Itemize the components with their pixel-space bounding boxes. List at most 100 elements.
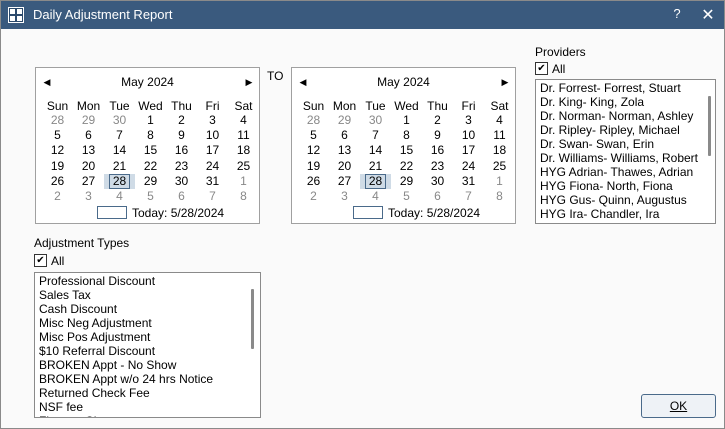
calendar-day[interactable]: 23 — [166, 159, 197, 174]
next-month-icon[interactable]: ▶ — [243, 76, 255, 88]
calendar-day[interactable]: 17 — [453, 143, 484, 158]
calendar-day[interactable]: 7 — [197, 189, 228, 204]
calendar-day[interactable]: 6 — [73, 128, 104, 143]
list-item[interactable]: Dr. Williams- Williams, Robert — [540, 151, 711, 165]
list-item[interactable]: $10 Referral Discount — [39, 344, 256, 358]
calendar-day[interactable]: 11 — [484, 128, 515, 143]
list-item[interactable]: Dr. Ripley- Ripley, Michael — [540, 123, 711, 137]
list-item[interactable]: Dr. King- King, Zola — [540, 95, 711, 109]
list-item[interactable]: Dr. Swan- Swan, Erin — [540, 137, 711, 151]
list-item[interactable]: Dr. Forrest- Forrest, Stuart — [540, 81, 711, 95]
from-date-calendar[interactable]: ◀ May 2024 ▶ Sun Mon Tue Wed Thu Fri Sat 28 29 30… — [35, 67, 260, 224]
calendar-day[interactable]: 30 — [104, 113, 135, 128]
next-month-icon[interactable]: ▶ — [499, 76, 511, 88]
list-item[interactable]: HYG Gus- Quinn, Augustus — [540, 193, 711, 207]
calendar-day[interactable]: 12 — [298, 143, 329, 158]
calendar-day[interactable]: 1 — [391, 113, 422, 128]
calendar-day[interactable]: 29 — [135, 174, 166, 189]
calendar-day[interactable]: 16 — [422, 143, 453, 158]
list-item[interactable]: Professional Discount — [39, 274, 256, 288]
list-item[interactable]: Sales Tax — [39, 288, 256, 302]
calendar-day[interactable]: 4 — [104, 189, 135, 204]
calendar-day[interactable]: 5 — [298, 128, 329, 143]
calendar-day[interactable]: 30 — [422, 174, 453, 189]
calendar-day[interactable]: 31 — [197, 174, 228, 189]
list-item[interactable]: Dr. Norman- Norman, Ashley — [540, 109, 711, 123]
calendar-day[interactable]: 2 — [298, 189, 329, 204]
close-button[interactable]: ✕ — [699, 5, 717, 24]
calendar-day[interactable]: 5 — [135, 189, 166, 204]
calendar-day[interactable]: 23 — [422, 159, 453, 174]
calendar-day[interactable]: 5 — [391, 189, 422, 204]
providers-scrollbar[interactable] — [708, 96, 711, 156]
list-item[interactable]: HYG Fiona- North, Fiona — [540, 179, 711, 193]
calendar-day[interactable]: 4 — [484, 113, 515, 128]
calendar-day[interactable]: 13 — [329, 143, 360, 158]
calendar-day[interactable]: 15 — [135, 143, 166, 158]
list-item[interactable]: Cash Discount — [39, 302, 256, 316]
calendar-day[interactable]: 17 — [197, 143, 228, 158]
calendar-day[interactable]: 31 — [453, 174, 484, 189]
list-item[interactable]: Finance Charge — [39, 414, 256, 417]
ok-button[interactable]: OK — [641, 394, 716, 418]
calendar-day[interactable]: 9 — [422, 128, 453, 143]
list-item[interactable]: HYG Adrian- Thawes, Adrian — [540, 165, 711, 179]
calendar-day[interactable]: 24 — [197, 159, 228, 174]
providers-listbox[interactable]: Dr. Forrest- Forrest, Stuart Dr. King- Ki… — [535, 79, 716, 224]
calendar-day[interactable]: 25 — [228, 159, 259, 174]
calendar-day[interactable]: 8 — [135, 128, 166, 143]
list-item[interactable]: HYG Ira- Chandler, Ira — [540, 207, 711, 221]
list-item[interactable]: Misc Pos Adjustment — [39, 330, 256, 344]
today-link[interactable]: Today: 5/28/2024 — [292, 206, 515, 220]
list-item[interactable]: Misc Neg Adjustment — [39, 316, 256, 330]
calendar-day[interactable]: 6 — [422, 189, 453, 204]
calendar-day[interactable]: 26 — [42, 174, 73, 189]
calendar-day[interactable]: 19 — [42, 159, 73, 174]
calendar-day[interactable]: 22 — [391, 159, 422, 174]
calendar-day[interactable]: 9 — [166, 128, 197, 143]
calendar-day[interactable]: 30 — [360, 113, 391, 128]
calendar-day[interactable]: 29 — [391, 174, 422, 189]
calendar-day[interactable]: 13 — [73, 143, 104, 158]
checkbox-check-icon[interactable]: ✔ — [535, 62, 548, 75]
calendar-day[interactable]: 12 — [42, 143, 73, 158]
calendar-day[interactable]: 7 — [453, 189, 484, 204]
calendar-day[interactable]: 14 — [104, 143, 135, 158]
checkbox-check-icon[interactable]: ✔ — [34, 254, 47, 267]
calendar-day[interactable]: 27 — [73, 174, 104, 189]
calendar-day[interactable]: 3 — [329, 189, 360, 204]
calendar-day[interactable]: 14 — [360, 143, 391, 158]
calendar-day[interactable]: 19 — [298, 159, 329, 174]
adjustment-types-all-checkbox[interactable]: ✔ All — [34, 254, 94, 268]
list-item[interactable]: HYG Juliana- Huffstadt, Juliana — [540, 221, 711, 223]
calendar-day[interactable]: 4 — [360, 189, 391, 204]
calendar-day[interactable]: 8 — [228, 189, 259, 204]
calendar-day[interactable]: 22 — [135, 159, 166, 174]
adjustment-types-listbox[interactable]: Professional Discount Sales Tax Cash Disco… — [34, 272, 261, 418]
calendar-day[interactable]: 29 — [329, 113, 360, 128]
calendar-day[interactable]: 5 — [42, 128, 73, 143]
calendar-day[interactable]: 15 — [391, 143, 422, 158]
calendar-day[interactable]: 30 — [166, 174, 197, 189]
calendar-day[interactable]: 25 — [484, 159, 515, 174]
calendar-day[interactable]: 8 — [484, 189, 515, 204]
calendar-day[interactable]: 10 — [453, 128, 484, 143]
calendar-day[interactable]: 20 — [73, 159, 104, 174]
today-link[interactable]: Today: 5/28/2024 — [36, 206, 259, 220]
calendar-day[interactable]: 21 — [360, 159, 391, 174]
calendar-day[interactable]: 3 — [73, 189, 104, 204]
list-item[interactable]: BROKEN Appt w/o 24 hrs Notice — [39, 372, 256, 386]
calendar-day[interactable]: 6 — [166, 189, 197, 204]
help-button[interactable]: ? — [669, 6, 685, 24]
calendar-day[interactable]: 6 — [329, 128, 360, 143]
calendar-day[interactable]: 7 — [104, 128, 135, 143]
calendar-day[interactable]: 26 — [298, 174, 329, 189]
calendar-day[interactable]: 8 — [391, 128, 422, 143]
calendar-day[interactable]: 1 — [484, 174, 515, 189]
calendar-day[interactable]: 28 — [298, 113, 329, 128]
calendar-day[interactable]: 20 — [329, 159, 360, 174]
calendar-day[interactable]: 24 — [453, 159, 484, 174]
calendar-day[interactable]: 29 — [73, 113, 104, 128]
calendar-day[interactable]: 27 — [329, 174, 360, 189]
calendar-day[interactable]: 18 — [228, 143, 259, 158]
